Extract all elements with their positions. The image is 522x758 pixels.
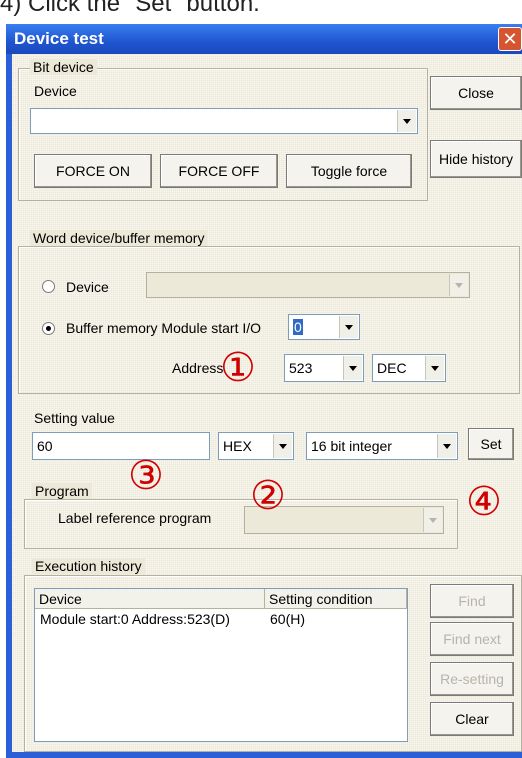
bit-device-legend: Bit device	[30, 59, 97, 75]
history-row-condition[interactable]: 60(H)	[270, 611, 305, 627]
address-combobox[interactable]: 523	[284, 354, 364, 382]
module-start-io-combobox[interactable]: 0	[288, 314, 360, 340]
radix-value: HEX	[223, 438, 252, 454]
instruction-caption: 4) Click the "Set" button.	[0, 0, 260, 17]
history-row-device[interactable]: Module start:0 Address:523(D)	[40, 611, 230, 627]
toggle-force-button[interactable]: Toggle force	[286, 154, 412, 188]
address-format-combobox[interactable]: DEC	[372, 354, 446, 382]
annotation-step-1: ①	[220, 345, 256, 391]
column-header-device[interactable]: Device	[35, 589, 265, 609]
radio-buffer-memory-label[interactable]: Buffer memory Module start I/O	[66, 320, 261, 336]
chevron-down-icon[interactable]	[343, 356, 362, 380]
word-device-legend: Word device/buffer memory	[30, 230, 208, 246]
annotation-step-4: ④	[466, 479, 502, 525]
program-legend: Program	[32, 483, 92, 499]
radio-device[interactable]	[42, 280, 55, 293]
set-button[interactable]: Set	[468, 428, 514, 460]
chevron-down-icon[interactable]	[425, 356, 444, 380]
find-button[interactable]: Find	[430, 584, 514, 618]
label-reference-program-label: Label reference program	[58, 510, 212, 526]
chevron-down-icon[interactable]	[449, 274, 468, 296]
address-format-value: DEC	[377, 360, 407, 376]
hide-history-button[interactable]: Hide history	[430, 140, 522, 178]
annotation-step-3: ③	[128, 453, 164, 499]
module-start-io-value: 0	[293, 319, 303, 335]
find-next-button[interactable]: Find next	[430, 622, 514, 656]
execution-history-legend: Execution history	[32, 558, 145, 574]
bit-device-combobox[interactable]	[30, 108, 418, 134]
address-label: Address	[172, 360, 224, 376]
clear-button[interactable]: Clear	[430, 702, 514, 736]
close-button[interactable]: Close	[430, 76, 522, 110]
force-off-button[interactable]: FORCE OFF	[160, 154, 278, 188]
radio-selected-dot	[46, 326, 51, 331]
word-device-combobox[interactable]	[146, 272, 470, 298]
chevron-down-icon[interactable]	[423, 508, 442, 532]
bit-device-label: Device	[34, 83, 77, 99]
chevron-down-icon[interactable]	[273, 434, 292, 458]
setting-value-label: Setting value	[34, 410, 115, 426]
radio-device-label[interactable]: Device	[66, 279, 109, 295]
close-icon: ✕	[502, 29, 518, 50]
radix-combobox[interactable]: HEX	[218, 432, 294, 460]
resetting-button[interactable]: Re-setting	[430, 662, 514, 696]
chevron-down-icon[interactable]	[437, 434, 456, 458]
annotation-step-2: ②	[250, 473, 286, 519]
force-on-button[interactable]: FORCE ON	[34, 154, 152, 188]
data-type-combobox[interactable]: 16 bit integer	[306, 432, 458, 460]
chevron-down-icon[interactable]	[397, 110, 416, 132]
setting-value-text: 60	[37, 438, 53, 454]
column-header-setting-condition[interactable]: Setting condition	[265, 589, 407, 609]
window-title: Device test	[14, 29, 104, 48]
radio-buffer-memory[interactable]	[42, 322, 55, 335]
setting-value-input[interactable]: 60	[32, 432, 210, 460]
close-window-button[interactable]: ✕	[498, 27, 522, 51]
address-value: 523	[289, 360, 313, 376]
data-type-value: 16 bit integer	[311, 438, 392, 454]
chevron-down-icon[interactable]	[339, 316, 358, 338]
